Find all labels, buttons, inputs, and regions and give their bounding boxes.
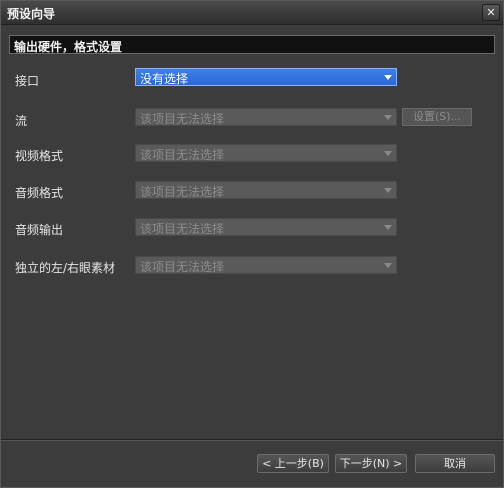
audio-format-select-value: 该项目无法选择 bbox=[140, 185, 225, 199]
interface-select[interactable]: 没有选择 bbox=[135, 68, 397, 86]
settings-button: 设置(S)... bbox=[402, 108, 472, 126]
chevron-down-icon bbox=[384, 151, 392, 156]
video-format-select: 该项目无法选择 bbox=[135, 144, 397, 162]
chevron-down-icon bbox=[384, 225, 392, 230]
section-header: 输出硬件，格式设置 bbox=[9, 35, 495, 54]
audio-format-label: 音频格式 bbox=[15, 186, 64, 200]
interface-select-value: 没有选择 bbox=[140, 72, 189, 86]
next-button[interactable]: 下一步(N) > bbox=[335, 454, 407, 473]
title-bar[interactable]: 预设向导 ✕ bbox=[1, 1, 503, 25]
window-title: 预设向导 bbox=[7, 7, 56, 21]
stream-select-value: 该项目无法选择 bbox=[140, 112, 225, 126]
stream-select: 该项目无法选择 bbox=[135, 108, 397, 126]
chevron-down-icon bbox=[384, 75, 392, 80]
audio-output-select: 该项目无法选择 bbox=[135, 218, 397, 236]
footer-divider bbox=[1, 439, 503, 441]
stream-label: 流 bbox=[15, 114, 28, 128]
stereo-clip-select-value: 该项目无法选择 bbox=[140, 260, 225, 274]
video-format-select-value: 该项目无法选择 bbox=[140, 148, 225, 162]
stereo-clip-label: 独立的左/右眼素材 bbox=[15, 261, 116, 275]
interface-label: 接口 bbox=[15, 74, 40, 88]
chevron-down-icon bbox=[384, 115, 392, 120]
section-header-text: 输出硬件，格式设置 bbox=[14, 40, 123, 54]
chevron-down-icon bbox=[384, 188, 392, 193]
audio-output-select-value: 该项目无法选择 bbox=[140, 222, 225, 236]
preset-wizard-window: 预设向导 ✕ 输出硬件，格式设置 接口 没有选择 流 该项目无法选择 设置(S)… bbox=[0, 0, 504, 488]
close-icon[interactable]: ✕ bbox=[482, 4, 500, 21]
chevron-down-icon bbox=[384, 263, 392, 268]
audio-output-label: 音频输出 bbox=[15, 223, 64, 237]
audio-format-select: 该项目无法选择 bbox=[135, 181, 397, 199]
video-format-label: 视频格式 bbox=[15, 149, 64, 163]
cancel-button[interactable]: 取消 bbox=[415, 454, 495, 473]
prev-button[interactable]: < 上一步(B) bbox=[257, 454, 329, 473]
stereo-clip-select: 该项目无法选择 bbox=[135, 256, 397, 274]
